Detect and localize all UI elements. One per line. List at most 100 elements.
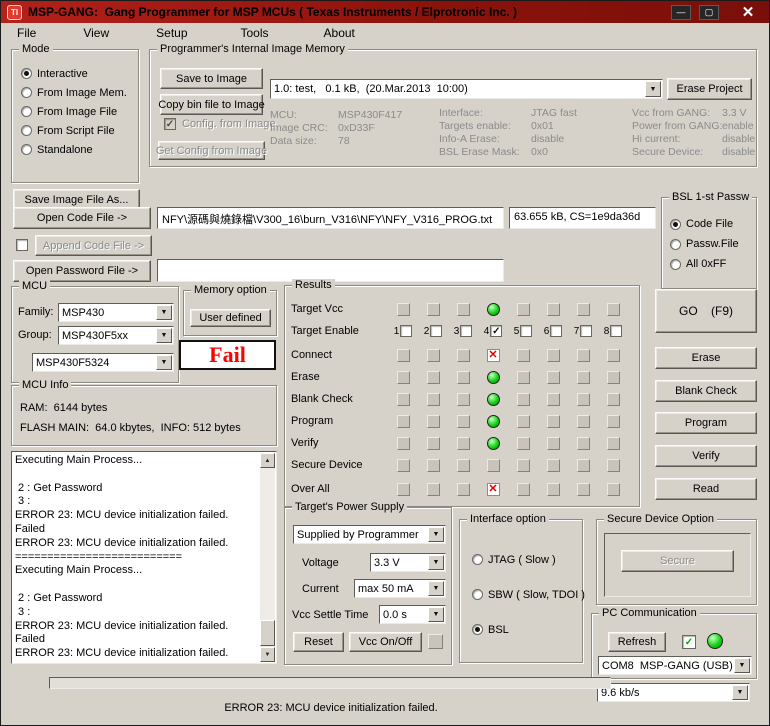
window-controls: — ▢ ✕ (671, 4, 757, 20)
target-enable-checkbox-6[interactable] (550, 325, 563, 337)
reset-button[interactable]: Reset (293, 632, 344, 652)
mode-option-interactive[interactable]: Interactive (21, 64, 138, 83)
target-enable-checkbox-1[interactable] (400, 325, 413, 337)
voltage-combobox[interactable]: 3.3 V ▼ (370, 553, 446, 572)
menu-item-file[interactable]: File (17, 26, 36, 40)
bsl-passw-option-code-file[interactable]: Code File (670, 214, 756, 234)
open-code-file-button[interactable]: Open Code File -> (13, 207, 151, 229)
window-title: MSP-GANG: Gang Programmer for MSP MCUs (… (28, 5, 517, 19)
append-code-checkbox[interactable] (16, 239, 28, 251)
mode-option-from-script-file[interactable]: From Script File (21, 121, 138, 140)
erase-project-button[interactable]: Erase Project (667, 78, 752, 100)
bsl-passw-option-all-0xff[interactable]: All 0xFF (670, 254, 756, 274)
chevron-down-icon[interactable]: ▼ (156, 328, 172, 343)
code-file-path-field[interactable]: NFY\源碼與燒錄檔\V300_16\burn_V316\NFY\NFY_V31… (157, 207, 504, 229)
chevron-down-icon[interactable]: ▼ (732, 685, 748, 700)
results-row-connect: Connect ✕ (291, 344, 635, 366)
target-enable-checkbox-2[interactable] (430, 325, 443, 337)
group-combobox[interactable]: MSP430F5xx ▼ (58, 326, 174, 345)
save-to-image-button[interactable]: Save to Image (160, 68, 263, 89)
chevron-down-icon[interactable]: ▼ (428, 607, 444, 622)
close-button[interactable]: ✕ (739, 5, 757, 20)
interface-option-sbw-slow-tdoi[interactable]: SBW ( Slow, TDOI ) (472, 589, 585, 624)
family-value: MSP430 (62, 306, 105, 319)
voltage-label: Voltage (302, 557, 339, 569)
menu-item-setup[interactable]: Setup (156, 26, 187, 40)
interface-option-jtag-slow[interactable]: JTAG ( Slow ) (472, 554, 582, 589)
target-enable-checkbox-5[interactable] (520, 325, 533, 337)
refresh-button[interactable]: Refresh (608, 632, 666, 652)
current-combobox[interactable]: max 50 mA ▼ (354, 579, 446, 598)
image-info-col1: MCU: MSP430F417 Image CRC: 0xD33F Data size:… (270, 109, 402, 148)
title-bar[interactable]: TI MSP-GANG: Gang Programmer for MSP MCU… (1, 1, 769, 23)
append-code-file-button[interactable]: Append Code File -> (35, 235, 152, 256)
usb-connected-checkbox[interactable]: ✓ (682, 635, 696, 649)
menu-item-view[interactable]: View (83, 26, 109, 40)
chevron-down-icon[interactable]: ▼ (428, 581, 444, 596)
log-line: ERROR 23: MCU device initialization fail… (15, 647, 229, 660)
maximize-button[interactable]: ▢ (699, 4, 719, 20)
power-source-combobox[interactable]: Supplied by Programmer ▼ (293, 525, 446, 544)
log-scrollbar[interactable]: ▲ ▼ (260, 453, 275, 662)
device-combobox[interactable]: MSP430F5324 ▼ (32, 353, 174, 372)
chevron-down-icon[interactable]: ▼ (156, 305, 172, 320)
target-enable-checkbox-7[interactable] (580, 325, 593, 337)
interface-option-label: BSL (488, 624, 509, 636)
log-line: ERROR 23: MCU device initialization fail… (15, 509, 229, 522)
image-info-value: disable (722, 133, 756, 145)
enable-slot: 5 (508, 325, 538, 337)
memory-option-group-title: Memory option (191, 284, 270, 297)
chevron-down-icon[interactable]: ▼ (645, 81, 661, 97)
empty-indicator (546, 482, 560, 496)
vcc-on-off-button[interactable]: Vcc On/Off (349, 632, 422, 652)
config-from-image-checkbox[interactable]: ✓ (164, 118, 176, 130)
mode-option-from-image-mem[interactable]: From Image Mem. (21, 83, 138, 102)
target-enable-checkbox-4[interactable]: ✓ (490, 325, 503, 337)
copy-bin-to-image-button[interactable]: Copy bin file to Image (158, 94, 265, 115)
chevron-down-icon[interactable]: ▼ (428, 527, 444, 542)
image-select-combobox[interactable]: 1.0: test, 0.1 kB, (20.Mar.2013 10:00) ▼ (270, 79, 663, 99)
minimize-button[interactable]: — (671, 4, 691, 20)
empty-indicator (546, 392, 560, 406)
results-group-title: Results (292, 279, 335, 292)
scroll-up-icon[interactable]: ▲ (260, 453, 275, 468)
vcc-settle-time-combobox[interactable]: 0.0 s ▼ (379, 605, 446, 624)
secure-button[interactable]: Secure (621, 550, 734, 572)
result-slot (598, 370, 628, 384)
results-row-label: Target Enable (291, 325, 359, 337)
program-button[interactable]: Program (655, 412, 757, 434)
user-defined-button[interactable]: User defined (190, 309, 271, 327)
com-port-combobox[interactable]: COM8 MSP-GANG (USB) ▼ (598, 656, 752, 675)
chevron-down-icon[interactable]: ▼ (156, 355, 172, 370)
open-password-file-button[interactable]: Open Password File -> (13, 260, 151, 282)
scrollbar-thumb[interactable] (260, 620, 275, 646)
process-log[interactable]: Executing Main Process... 2 : Get Passwo… (11, 451, 277, 664)
scroll-down-icon[interactable]: ▼ (260, 647, 275, 662)
chevron-down-icon[interactable]: ▼ (734, 658, 750, 673)
result-slot (508, 302, 538, 316)
interface-option-label: SBW ( Slow, TDOI ) (488, 589, 585, 601)
comm-status-led (707, 633, 723, 649)
empty-indicator (426, 482, 440, 496)
bsl-passw-option-passw-file[interactable]: Passw.File (670, 234, 756, 254)
result-slot (538, 414, 568, 428)
interface-option-bsl[interactable]: BSL (472, 624, 582, 659)
target-enable-checkbox-8[interactable] (610, 325, 623, 337)
menu-item-tools[interactable]: Tools (241, 26, 269, 40)
get-config-from-image-button[interactable]: Get Config from Image (156, 141, 267, 160)
mode-option-from-image-file[interactable]: From Image File (21, 102, 138, 121)
result-slot (388, 302, 418, 316)
read-button[interactable]: Read (655, 478, 757, 500)
mode-option-standalone[interactable]: Standalone (21, 140, 138, 159)
menu-item-about[interactable]: About (324, 26, 355, 40)
empty-indicator (606, 436, 620, 450)
blank-check-button[interactable]: Blank Check (655, 380, 757, 402)
family-combobox[interactable]: MSP430 ▼ (58, 303, 174, 322)
erase-button[interactable]: Erase (655, 347, 757, 369)
target-enable-checkbox-3[interactable] (460, 325, 473, 337)
verify-button[interactable]: Verify (655, 445, 757, 467)
chevron-down-icon[interactable]: ▼ (428, 555, 444, 570)
go-button[interactable]: GO (F9) (655, 289, 757, 333)
baud-rate-combobox[interactable]: 9.6 kb/s ▼ (597, 683, 750, 702)
